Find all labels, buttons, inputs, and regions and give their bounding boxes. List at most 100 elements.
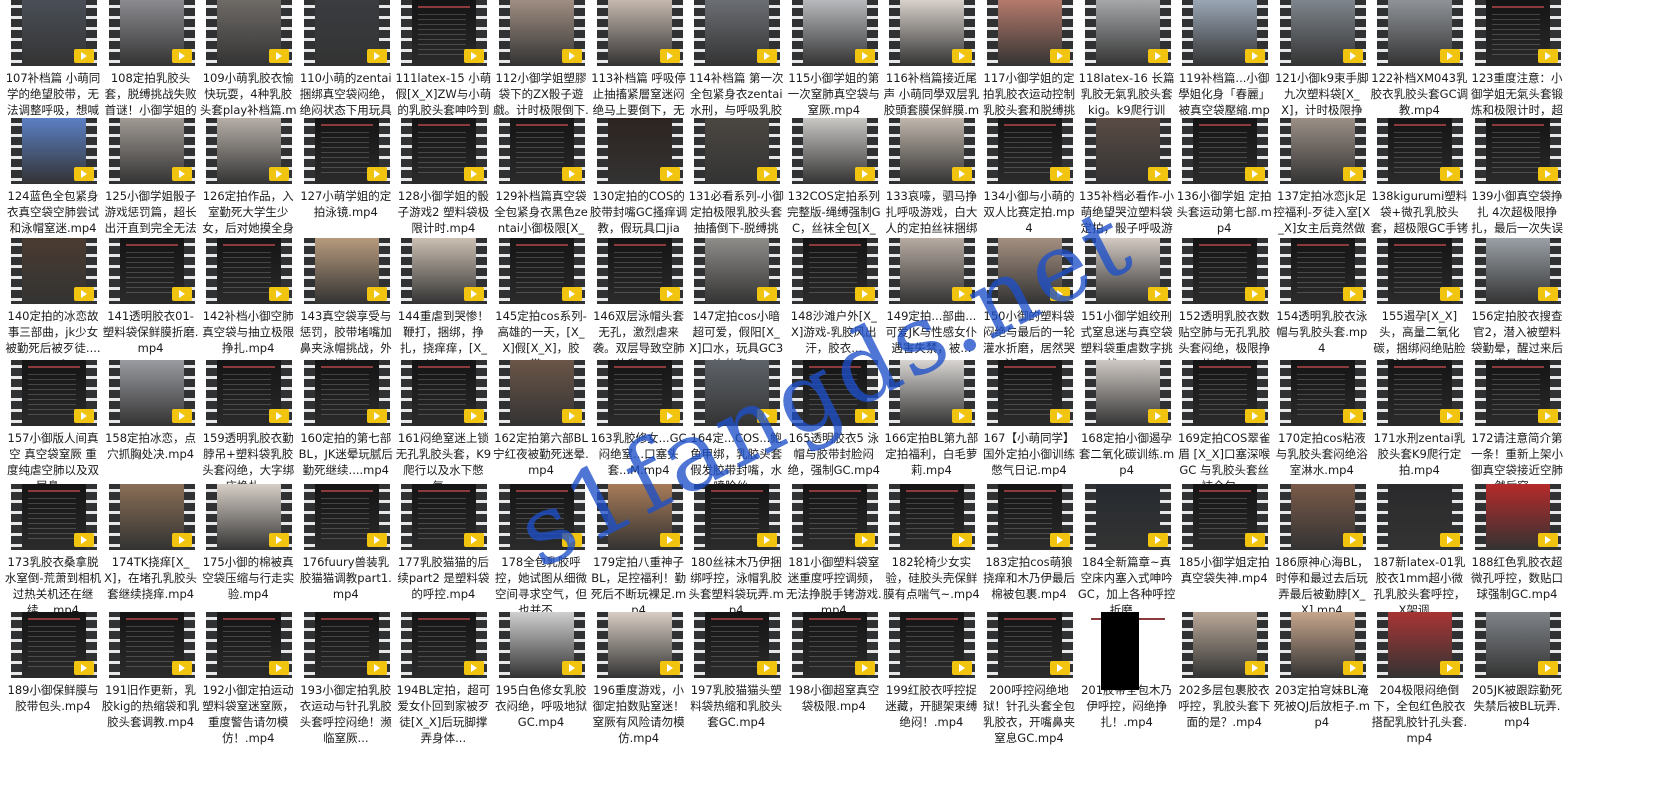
video-thumbnail[interactable]: [889, 0, 976, 66]
video-thumbnail[interactable]: [791, 484, 878, 550]
video-thumbnail[interactable]: [694, 360, 781, 426]
video-thumbnail[interactable]: [401, 612, 488, 678]
video-thumbnail[interactable]: [401, 0, 488, 66]
video-thumbnail[interactable]: [108, 612, 195, 678]
video-thumbnail[interactable]: [303, 0, 390, 66]
file-name-label: 176fuury兽装乳胶猫猫调教part1.mp4: [299, 555, 392, 601]
video-thumbnail[interactable]: [206, 484, 293, 550]
video-thumbnail[interactable]: [108, 238, 195, 304]
video-thumbnail[interactable]: [303, 612, 390, 678]
video-thumbnail[interactable]: [596, 0, 683, 66]
video-thumbnail[interactable]: [1182, 238, 1269, 304]
video-thumbnail[interactable]: [596, 238, 683, 304]
video-thumbnail[interactable]: [1377, 238, 1464, 304]
video-thumbnail[interactable]: [206, 238, 293, 304]
video-thumbnail[interactable]: [1279, 118, 1366, 184]
video-thumbnail[interactable]: [889, 360, 976, 426]
video-thumbnail[interactable]: [108, 360, 195, 426]
video-thumbnail[interactable]: [206, 360, 293, 426]
video-thumbnail[interactable]: [1182, 118, 1269, 184]
video-thumbnail[interactable]: [499, 612, 585, 678]
video-thumbnail[interactable]: [1182, 612, 1269, 678]
video-thumbnail[interactable]: [206, 612, 293, 678]
video-thumbnail[interactable]: [1377, 0, 1464, 66]
video-thumbnail[interactable]: [401, 484, 488, 550]
video-thumbnail[interactable]: [987, 118, 1073, 184]
video-thumbnail[interactable]: [108, 118, 195, 184]
film-strip-icon: [987, 484, 998, 550]
video-thumbnail[interactable]: [206, 118, 293, 184]
video-thumbnail[interactable]: [791, 360, 878, 426]
video-thumbnail[interactable]: [303, 118, 390, 184]
video-thumbnail[interactable]: [303, 238, 390, 304]
video-thumbnail[interactable]: [596, 612, 683, 678]
video-thumbnail[interactable]: [694, 612, 781, 678]
video-thumbnail[interactable]: [1377, 360, 1464, 426]
video-thumbnail[interactable]: [987, 484, 1073, 550]
video-thumbnail[interactable]: [11, 118, 97, 184]
video-thumbnail[interactable]: [1475, 484, 1561, 550]
video-thumbnail[interactable]: [1377, 484, 1464, 550]
video-thumbnail[interactable]: [499, 360, 585, 426]
video-thumbnail[interactable]: [303, 484, 390, 550]
video-thumbnail[interactable]: [108, 0, 195, 66]
video-thumbnail[interactable]: [11, 612, 97, 678]
video-thumbnail[interactable]: [694, 0, 781, 66]
video-thumbnail[interactable]: [1475, 238, 1561, 304]
video-thumbnail[interactable]: [401, 238, 488, 304]
video-thumbnail[interactable]: [1084, 484, 1171, 550]
video-thumbnail[interactable]: [499, 0, 585, 66]
video-thumbnail[interactable]: [1279, 238, 1366, 304]
video-thumbnail[interactable]: [1377, 612, 1464, 678]
video-thumbnail[interactable]: [1182, 0, 1269, 66]
video-thumbnail[interactable]: [987, 612, 1073, 678]
video-thumbnail[interactable]: [1475, 360, 1561, 426]
file-name-label: 182轮椅少女实验，硅胶头壳保鲜膜有点喘气~.mp4: [883, 555, 980, 601]
video-thumbnail[interactable]: [1182, 484, 1269, 550]
video-thumbnail[interactable]: [108, 484, 195, 550]
video-thumbnail[interactable]: [791, 118, 878, 184]
video-thumbnail[interactable]: [303, 360, 390, 426]
video-thumbnail[interactable]: [791, 238, 878, 304]
video-thumbnail[interactable]: [1084, 360, 1171, 426]
video-thumbnail[interactable]: [1084, 0, 1171, 66]
video-thumbnail[interactable]: [1279, 612, 1366, 678]
video-thumbnail[interactable]: [1475, 612, 1561, 678]
video-thumbnail[interactable]: [1182, 360, 1269, 426]
film-strip-icon: [206, 612, 218, 678]
video-thumbnail[interactable]: [987, 238, 1073, 304]
video-thumbnail[interactable]: [1084, 118, 1171, 184]
video-thumbnail[interactable]: [1475, 118, 1561, 184]
video-thumbnail[interactable]: [596, 484, 683, 550]
video-thumbnail[interactable]: [987, 360, 1073, 426]
video-thumbnail[interactable]: [11, 238, 97, 304]
film-strip-icon: [1279, 612, 1291, 678]
video-thumbnail[interactable]: [206, 0, 293, 66]
video-thumbnail[interactable]: [596, 118, 683, 184]
video-thumbnail[interactable]: [889, 484, 976, 550]
video-thumbnail[interactable]: [889, 612, 976, 678]
video-thumbnail[interactable]: [499, 238, 585, 304]
video-thumbnail[interactable]: [499, 484, 585, 550]
video-thumbnail[interactable]: [1279, 0, 1366, 66]
video-thumbnail[interactable]: [1377, 118, 1464, 184]
video-thumbnail[interactable]: [596, 360, 683, 426]
video-thumbnail[interactable]: [1279, 484, 1366, 550]
video-thumbnail[interactable]: [694, 484, 781, 550]
video-thumbnail[interactable]: [499, 118, 585, 184]
video-thumbnail[interactable]: [401, 360, 488, 426]
video-thumbnail[interactable]: [11, 360, 97, 426]
video-thumbnail[interactable]: [694, 118, 781, 184]
video-thumbnail[interactable]: [889, 118, 976, 184]
video-thumbnail[interactable]: [1279, 360, 1366, 426]
video-thumbnail[interactable]: [1475, 0, 1561, 66]
video-thumbnail[interactable]: [791, 612, 878, 678]
video-thumbnail[interactable]: [11, 0, 97, 66]
video-thumbnail[interactable]: [889, 238, 976, 304]
video-thumbnail[interactable]: [791, 0, 878, 66]
video-thumbnail[interactable]: [401, 118, 488, 184]
video-thumbnail[interactable]: [11, 484, 97, 550]
video-thumbnail[interactable]: [694, 238, 781, 304]
video-thumbnail[interactable]: [1084, 238, 1171, 304]
video-thumbnail[interactable]: [987, 0, 1073, 66]
